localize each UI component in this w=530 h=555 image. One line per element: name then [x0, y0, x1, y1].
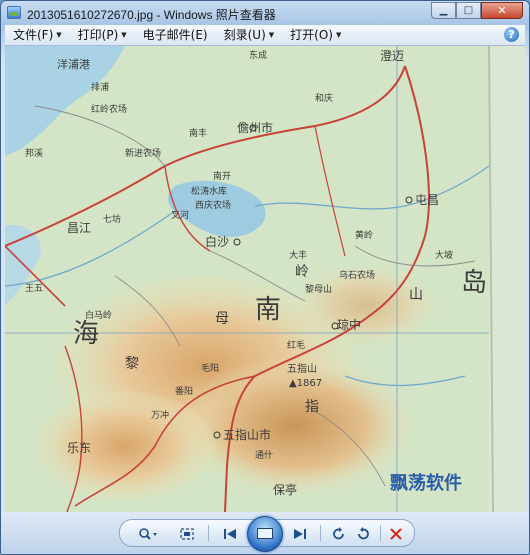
map-small-label: 毛阳	[201, 362, 219, 374]
toolbar-separator	[208, 525, 209, 541]
chevron-down-icon: ▼	[121, 31, 127, 39]
close-button[interactable]: ✕	[481, 2, 523, 19]
map-small-label: 松涛水库	[191, 185, 227, 197]
map-city-label: 乐东	[67, 441, 91, 455]
help-icon[interactable]: ?	[504, 27, 519, 42]
maximize-button[interactable]: □	[456, 2, 481, 19]
menu-burn[interactable]: 刻录(U) ▼	[216, 26, 283, 44]
map-city-label: 儋州市	[237, 120, 273, 135]
maximize-icon: □	[463, 5, 474, 16]
map-small-label: 番阳	[175, 385, 193, 397]
slideshow-button[interactable]	[247, 516, 283, 552]
close-icon: ✕	[497, 4, 507, 17]
photo-viewer-window: 2013051610272670.jpg - Windows 照片查看器 ▁ □…	[0, 0, 530, 555]
mountain-area	[35, 391, 215, 501]
map-big-label: 海	[73, 319, 99, 349]
map-sea-label: 洋浦港	[57, 57, 90, 71]
map-small-label: 邦溪	[25, 147, 43, 159]
map-small-label: 和庆	[315, 92, 333, 104]
map-small-label: 大丰	[289, 249, 307, 261]
map-city-label: 保亭	[273, 482, 297, 497]
map-small-label: 通什	[255, 449, 273, 461]
map-small-label: 叉河	[171, 209, 189, 221]
slideshow-icon	[257, 528, 273, 539]
next-icon	[294, 529, 306, 539]
photo-viewer-app-icon[interactable]	[7, 6, 21, 19]
menu-file-label: 文件(F)	[13, 28, 54, 42]
zoom-button[interactable]	[136, 526, 160, 542]
map-city-label: 澄迈	[380, 48, 404, 63]
map-image: 海 南 岛 儋州市 白沙 琼中 五指山市 乐东 屯昌 昌江 澄迈 保亭 黎 母 …	[5, 46, 525, 512]
menu-bar: 文件(F) ▼ 打印(P) ▼ 电子邮件(E) 刻录(U) ▼ 打开(O) ▼ …	[5, 25, 525, 46]
peak-height: ▲1867	[289, 378, 322, 389]
menu-email[interactable]: 电子邮件(E)	[135, 26, 216, 44]
map-small-label: 新进农场	[125, 147, 161, 159]
minimize-button[interactable]: ▁	[431, 2, 456, 19]
minimize-icon: ▁	[439, 5, 448, 16]
map-city-label: 琼中	[337, 317, 361, 332]
delete-icon	[390, 528, 402, 540]
delete-button[interactable]	[388, 526, 404, 542]
previous-icon	[224, 529, 236, 539]
rotate-clockwise-button[interactable]	[354, 526, 372, 542]
map-small-label: 大坡	[435, 249, 453, 261]
map-page-edge	[489, 46, 525, 512]
menu-open-label: 打开(O)	[290, 28, 333, 42]
map-small-label: 乌石农场	[339, 269, 375, 281]
image-viewport[interactable]: 海 南 岛 儋州市 白沙 琼中 五指山市 乐东 屯昌 昌江 澄迈 保亭 黎 母 …	[5, 46, 525, 512]
map-small-label: 王五	[25, 283, 43, 294]
menu-print-label: 打印(P)	[77, 28, 119, 42]
map-small-label: 排浦	[91, 81, 109, 93]
rotate-clockwise-icon	[358, 527, 369, 540]
rotate-counterclockwise-button[interactable]	[330, 526, 348, 542]
playback-controls	[119, 516, 415, 552]
map-mountain-label: 黎	[125, 356, 139, 372]
bottom-toolbar	[1, 512, 529, 554]
chevron-down-icon: ▼	[268, 31, 275, 39]
map-small-label: 红岭农场	[91, 103, 127, 115]
map-small-label: 黄岭	[355, 229, 373, 241]
window-title: 2013051610272670.jpg - Windows 照片查看器	[27, 8, 276, 22]
map-mountain-label: 指	[305, 399, 319, 415]
map-small-label: 西庆农场	[195, 199, 231, 211]
map-big-label: 岛	[461, 268, 487, 298]
menu-email-label: 电子邮件(E)	[142, 28, 208, 42]
title-bar[interactable]: 2013051610272670.jpg - Windows 照片查看器 ▁ □…	[1, 1, 529, 25]
map-small-label: 白马岭	[85, 309, 112, 321]
chevron-down-icon: ▼	[56, 31, 62, 39]
chevron-down-icon: ▼	[335, 31, 342, 39]
toolbar-separator	[380, 525, 381, 541]
map-small-label: 红毛	[287, 339, 305, 351]
map-mountain-label: 母	[215, 311, 229, 327]
next-button[interactable]	[290, 526, 310, 542]
menu-burn-label: 刻录(U)	[223, 28, 266, 42]
magnifier-icon	[139, 528, 157, 540]
previous-button[interactable]	[220, 526, 240, 542]
map-big-label: 南	[255, 295, 281, 325]
map-small-label: 东成	[249, 49, 267, 61]
actual-size-button[interactable]	[178, 526, 196, 542]
menu-file[interactable]: 文件(F) ▼	[5, 26, 70, 44]
map-small-label: 万冲	[151, 409, 169, 421]
menu-print[interactable]: 打印(P) ▼	[70, 26, 135, 44]
map-small-label: 南开	[213, 170, 231, 182]
map-mountain-label: 山	[409, 287, 423, 303]
caption-buttons: ▁ □ ✕	[431, 2, 523, 20]
map-small-label: 黎母山	[305, 283, 332, 295]
toolbar-separator	[320, 525, 321, 541]
map-city-label: 白沙	[205, 234, 229, 249]
rotate-counterclockwise-icon	[333, 527, 344, 540]
map-small-label: 南丰	[189, 127, 207, 139]
peak-name: 五指山	[287, 362, 317, 375]
watermark-text: 飘荡软件	[390, 472, 462, 494]
map-city-label: 五指山市	[223, 427, 271, 442]
menu-open[interactable]: 打开(O) ▼	[282, 26, 349, 44]
actual-size-icon	[180, 528, 194, 540]
map-small-label: 七坊	[103, 213, 121, 225]
map-city-label: 屯昌	[415, 193, 439, 207]
map-mountain-label: 岭	[295, 264, 309, 280]
map-city-label: 昌江	[67, 221, 91, 235]
